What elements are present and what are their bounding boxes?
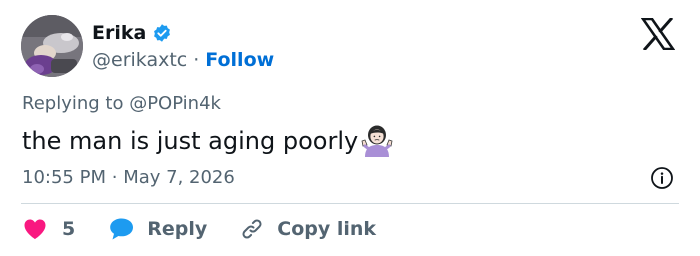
speech-bubble-icon [109,216,135,242]
copy-link-button[interactable]: Copy link [239,216,376,242]
link-icon [239,216,265,242]
action-bar: 5 Reply Copy link [22,212,376,246]
reply-context-mention[interactable]: @POPin4k [129,93,221,114]
like-count: 5 [62,218,76,240]
timestamp-separator: · [111,167,118,188]
copy-link-label: Copy link [277,218,377,240]
reply-button[interactable]: Reply [109,216,207,242]
x-logo-icon[interactable] [640,16,676,52]
handle-separator: · [193,49,200,71]
avatar-image [21,15,83,77]
tweet-timestamp[interactable]: 10:55 PM · May 7, 2026 [22,167,235,188]
like-button[interactable]: 5 [22,216,75,242]
reply-context-prefix: Replying to [22,93,130,114]
reply-label: Reply [147,218,208,240]
author-handle[interactable]: @erikaxtc [92,49,187,71]
tweet-text: the man is just aging poorly [22,124,394,158]
verified-badge-icon [152,23,172,43]
heart-icon [22,216,48,242]
divider [21,203,679,204]
avatar[interactable] [21,15,83,77]
timestamp-date: May 7, 2026 [123,167,235,188]
follow-button[interactable]: Follow [205,49,274,71]
info-icon[interactable] [650,166,674,190]
person-shrugging-emoji-icon [360,124,394,158]
timestamp-time: 10:55 PM [22,167,106,188]
reply-context: Replying to @POPin4k [22,93,221,114]
author-name-row: Erika [92,20,172,46]
author-display-name[interactable]: Erika [92,22,146,44]
author-handle-row: @erikaxtc · Follow [92,48,274,72]
tweet-body: the man is just aging poorly [22,127,359,155]
